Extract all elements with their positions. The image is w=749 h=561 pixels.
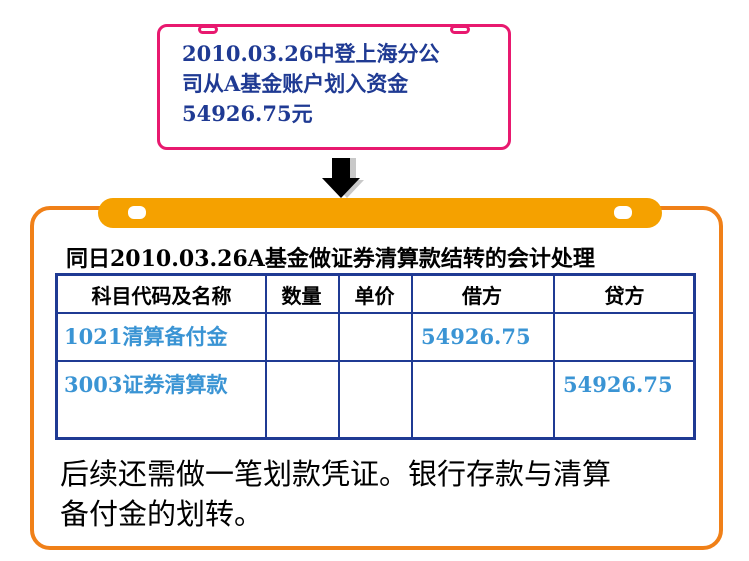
callout-handle-right <box>450 25 470 34</box>
footer-line-1: 后续还需做一笔划款凭证。银行存款与清算 <box>60 457 612 491</box>
callout-text: 2010.03.26中登上海分公 司从A基金账户划入资金 54926.75元 <box>182 39 502 129</box>
footer-note: 后续还需做一笔划款凭证。银行存款与清算 备付金的划转。 <box>60 454 710 534</box>
banner-dot-right <box>614 206 632 219</box>
down-arrow-icon <box>322 158 364 198</box>
section-title: 同日2010.03.26A基金做证券清算款结转的会计处理 <box>66 246 595 272</box>
row2-account: 3003证券清算款 <box>64 372 228 397</box>
callout-line-1: 2010.03.26中登上海分公 <box>182 41 440 66</box>
banner-dot-left <box>128 206 146 219</box>
header-account: 科目代码及名称 <box>91 283 232 308</box>
header-credit: 贷方 <box>604 283 645 308</box>
row-divider <box>58 312 693 314</box>
footer-line-2: 备付金的划转。 <box>60 497 264 531</box>
row2-credit: 54926.75 <box>563 371 673 397</box>
header-price: 单价 <box>354 283 395 308</box>
header-debit: 借方 <box>462 283 502 308</box>
row-divider <box>58 360 693 362</box>
callout-handle-left <box>198 25 218 34</box>
row1-debit: 54926.75 <box>421 323 531 349</box>
frame-banner <box>98 198 662 228</box>
voucher-table: 科目代码及名称 数量 单价 借方 贷方 1021清算备付金 54926.75 3… <box>55 273 696 440</box>
callout-line-2: 司从A基金账户划入资金 <box>182 71 409 96</box>
top-callout-box: 2010.03.26中登上海分公 司从A基金账户划入资金 54926.75元 <box>157 24 511 150</box>
row1-account: 1021清算备付金 <box>64 324 228 349</box>
callout-line-3: 54926.75元 <box>182 101 313 126</box>
header-qty: 数量 <box>281 283 322 308</box>
